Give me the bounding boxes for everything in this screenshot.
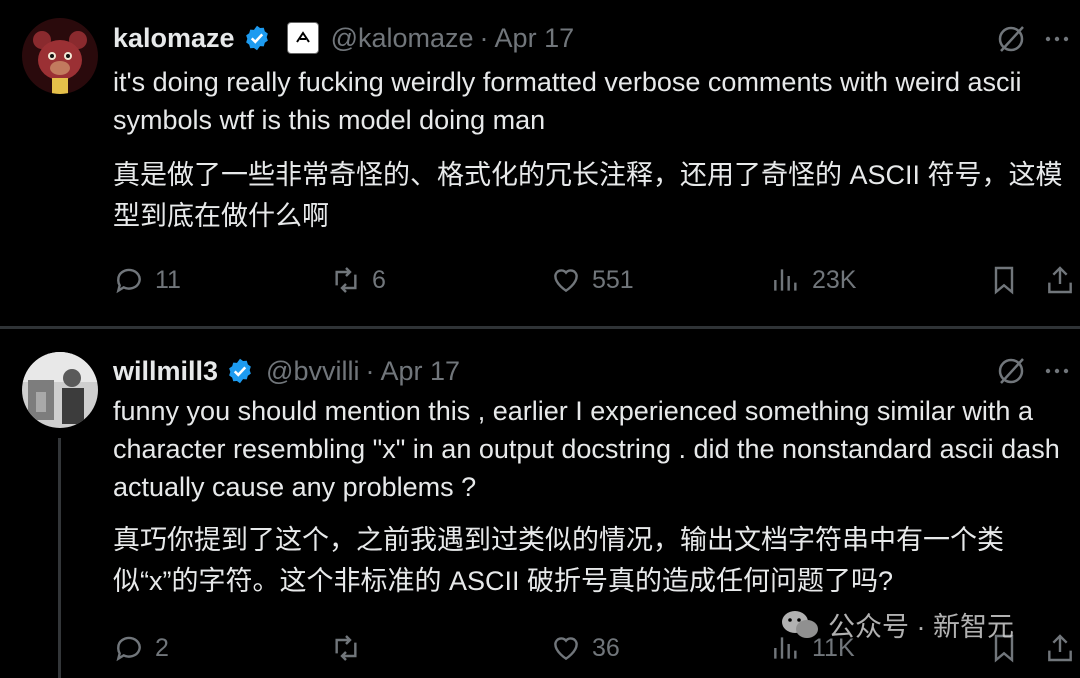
like-count: 551	[592, 265, 634, 294]
share-button[interactable]	[1044, 632, 1080, 664]
verified-badge-icon	[245, 25, 268, 51]
tweet-date[interactable]: Apr 17	[495, 23, 575, 54]
repost-count: 6	[372, 265, 386, 294]
tweet-header: kalomaze @kalomaze · Apr 17	[113, 18, 574, 58]
like-button[interactable]: 36	[550, 632, 620, 664]
like-icon	[554, 637, 578, 661]
repost-button[interactable]	[330, 632, 372, 664]
grok-icon[interactable]	[996, 24, 1026, 54]
tweet-date[interactable]: Apr 17	[380, 356, 460, 387]
more-icon[interactable]	[1042, 24, 1072, 54]
tweet-actions: 11 6 551 23K	[0, 264, 1080, 304]
tweet: kalomaze @kalomaze · Apr 17 it's doing r…	[0, 0, 1080, 326]
wechat-icon	[782, 610, 818, 638]
share-button[interactable]	[1044, 264, 1080, 296]
share-icon	[1048, 266, 1072, 294]
reply-count: 2	[155, 633, 169, 662]
grok-icon[interactable]	[996, 356, 1026, 386]
tweet-header: willmill3 @bvvilli · Apr 17	[113, 351, 460, 391]
reply-count: 11	[155, 265, 181, 294]
tweet-text: funny you should mention this , earlier …	[113, 396, 1060, 502]
reply-icon	[116, 268, 141, 294]
tweet-translation: 真是做了一些非常奇怪的、格式化的冗长注释，还用了奇怪的 ASCII 符号，这模型…	[113, 160, 1063, 231]
display-name[interactable]: kalomaze	[113, 23, 235, 54]
repost-icon	[335, 635, 357, 661]
reply-icon	[116, 636, 141, 662]
avatar[interactable]	[22, 18, 98, 94]
like-icon	[554, 269, 578, 293]
watermark-text: 公众号 · 新智元	[828, 612, 1014, 642]
separator: ·	[365, 355, 375, 386]
tweet-translation: 真巧你提到了这个，之前我遇到过类似的情况，输出文档字符串中有一个类似“x”的字符…	[113, 525, 1004, 596]
reply-button[interactable]: 2	[113, 632, 169, 664]
repost-button[interactable]: 6	[330, 264, 386, 296]
like-count: 36	[592, 633, 620, 662]
tweet-divider	[0, 326, 1080, 329]
share-icon	[1048, 634, 1072, 662]
bookmark-button[interactable]	[988, 264, 1030, 296]
more-icon[interactable]	[1042, 356, 1072, 386]
repost-icon	[335, 267, 357, 293]
user-handle[interactable]: @kalomaze	[331, 23, 474, 54]
view-count: 23K	[812, 265, 857, 294]
bookmark-icon	[994, 266, 1014, 295]
watermark: 公众号 · 新智元	[780, 605, 1014, 644]
like-button[interactable]: 551	[550, 264, 634, 296]
tweet-text: it's doing really fucking weirdly format…	[113, 67, 1022, 135]
views-icon	[774, 269, 797, 291]
affiliation-badge-icon	[286, 22, 319, 54]
reply-button[interactable]: 11	[113, 264, 181, 296]
views-button[interactable]: 23K	[770, 264, 856, 296]
user-handle[interactable]: @bvvilli	[266, 356, 359, 387]
avatar[interactable]	[22, 352, 98, 428]
separator: ·	[479, 22, 489, 53]
display-name[interactable]: willmill3	[113, 356, 218, 387]
verified-badge-icon	[229, 358, 251, 384]
